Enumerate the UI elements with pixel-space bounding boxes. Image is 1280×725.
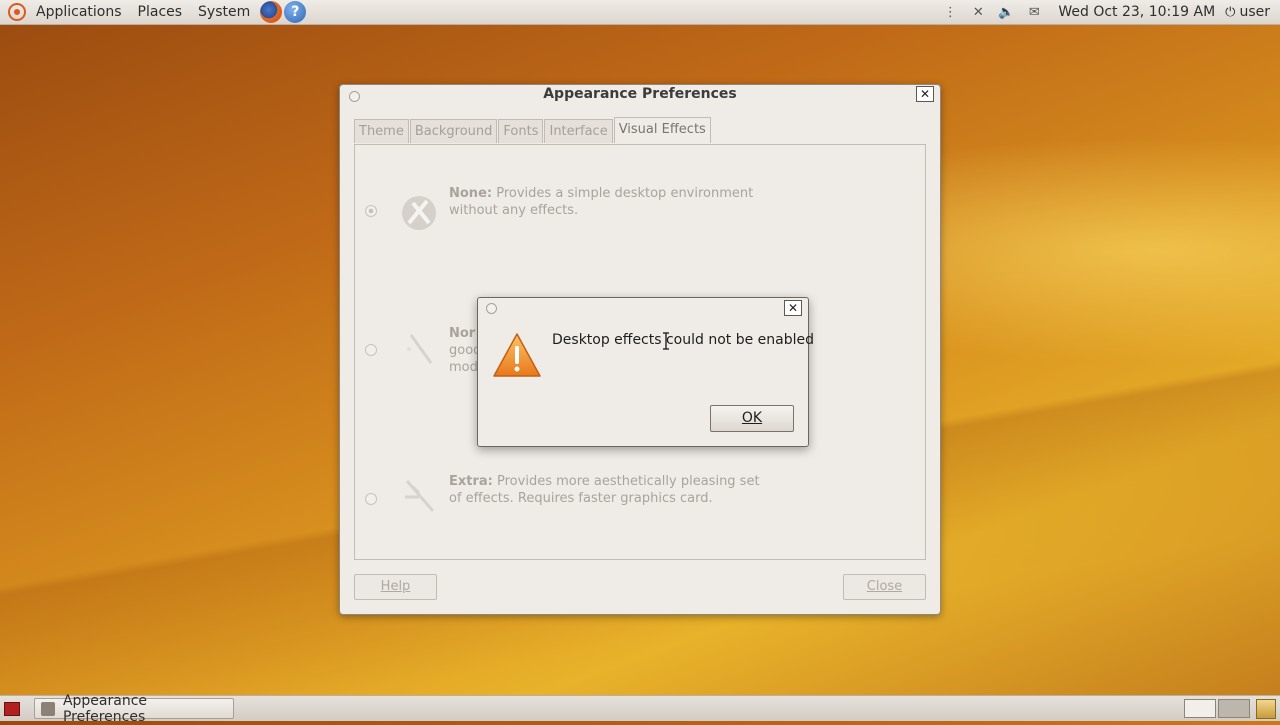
effect-name-none: None: — [449, 186, 493, 201]
mail-icon[interactable]: ✉ — [1023, 5, 1045, 20]
bottom-panel: Appearance Preferences — [0, 693, 1280, 725]
ubuntu-logo-icon[interactable] — [8, 3, 26, 21]
user-name: user — [1239, 4, 1270, 20]
text-cursor-icon — [663, 332, 669, 350]
tab-theme[interactable]: Theme — [354, 119, 409, 143]
warning-icon — [493, 333, 541, 377]
tray-handle-icon: ⋮ — [943, 4, 957, 20]
volume-icon[interactable]: 🔈 — [995, 5, 1017, 20]
close-button[interactable]: Close — [843, 574, 926, 600]
appearance-app-icon — [41, 701, 55, 716]
effect-name-normal: Nor — [449, 326, 476, 341]
radio-none[interactable] — [365, 205, 377, 217]
menu-applications[interactable]: Applications — [28, 0, 130, 24]
effect-desc-none: Provides a simple desktop environment wi… — [449, 186, 754, 218]
taskbar-item-appearance-preferences[interactable]: Appearance Preferences — [34, 693, 234, 725]
help-launcher-icon[interactable]: ? — [284, 1, 307, 23]
none-effects-icon — [402, 196, 436, 230]
effect-description-extra: Extra: Provides more aesthetically pleas… — [449, 473, 769, 507]
window-title: Appearance Preferences — [543, 86, 737, 102]
tab-background[interactable]: Background — [409, 119, 498, 143]
dialog-message: Desktop effects could not be enabled — [552, 332, 815, 348]
radio-normal[interactable] — [365, 344, 377, 356]
top-panel: Applications Places System ? ⋮ ✕ 🔈 ✉ Wed… — [0, 0, 1280, 25]
tab-interface[interactable]: Interface — [544, 119, 613, 143]
dialog-close-button[interactable]: ✕ — [784, 300, 802, 316]
radio-extra[interactable] — [365, 493, 377, 505]
user-menu[interactable]: ⏻ user — [1225, 4, 1280, 20]
tab-bar: Theme Background Fonts Interface Visual … — [354, 117, 712, 143]
window-titlebar[interactable]: Appearance Preferences ✕ — [340, 85, 940, 111]
effect-description-none: None: Provides a simple desktop environm… — [449, 185, 769, 219]
help-button[interactable]: Help — [354, 574, 437, 600]
clock[interactable]: Wed Oct 23, 10:19 AM — [1048, 4, 1225, 20]
effect-desc-normal: good mod — [449, 343, 477, 375]
dialog-menu-icon[interactable] — [486, 303, 497, 314]
effect-desc-extra: Provides more aesthetically pleasing set… — [449, 474, 760, 506]
ok-button[interactable]: OK — [710, 405, 794, 432]
extra-effects-icon — [405, 480, 435, 512]
window-close-button[interactable]: ✕ — [916, 86, 934, 102]
error-dialog: ✕ Desktop effects could not be enabled O… — [477, 297, 814, 447]
normal-effects-icon — [407, 334, 433, 364]
panel-tray: ⋮ ✕ 🔈 ✉ Wed Oct 23, 10:19 AM ⏻ user — [936, 0, 1280, 24]
tab-visual-effects[interactable]: Visual Effects — [613, 117, 711, 143]
tab-fonts[interactable]: Fonts — [498, 119, 544, 143]
menu-places[interactable]: Places — [130, 0, 191, 24]
workspace-2[interactable] — [1218, 699, 1250, 718]
firefox-launcher-icon[interactable] — [260, 1, 283, 23]
menu-system[interactable]: System — [190, 0, 258, 24]
effect-name-extra: Extra: — [449, 474, 493, 489]
workspace-switcher — [1182, 698, 1280, 719]
show-desktop-icon[interactable] — [4, 701, 20, 716]
power-icon: ⏻ — [1225, 4, 1236, 20]
network-icon[interactable]: ✕ — [967, 5, 989, 20]
trash-icon[interactable] — [1256, 698, 1276, 719]
effect-description-normal: Nor good mod — [449, 325, 477, 376]
workspace-1[interactable] — [1184, 699, 1216, 718]
